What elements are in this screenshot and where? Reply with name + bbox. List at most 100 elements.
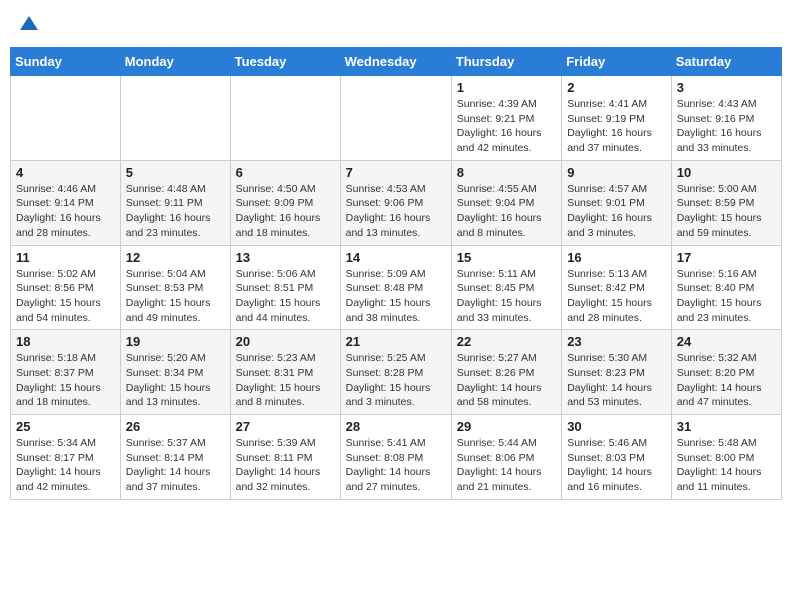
day-number: 28 <box>346 419 446 434</box>
day-header-thursday: Thursday <box>451 48 561 76</box>
calendar-cell: 9 Sunrise: 4:57 AM Sunset: 9:01 PM Daylig… <box>562 160 672 245</box>
calendar-cell: 15 Sunrise: 5:11 AM Sunset: 8:45 PM Dayli… <box>451 245 561 330</box>
week-row-4: 18Sunrise: 5:18 AM Sunset: 8:37 PM Dayli… <box>11 330 782 415</box>
calendar-cell: 8Sunrise: 4:55 AM Sunset: 9:04 PM Daylig… <box>451 160 561 245</box>
logo-icon <box>20 14 38 32</box>
week-row-5: 25Sunrise: 5:34 AM Sunset: 8:17 PM Dayli… <box>11 415 782 500</box>
day-info: Sunrise: 5:41 AM Sunset: 8:08 PM Dayligh… <box>346 436 446 495</box>
day-number: 17 <box>677 250 776 265</box>
day-number: 26 <box>126 419 225 434</box>
day-info: Sunrise: 5:02 AM Sunset: 8:56 PM Dayligh… <box>16 267 115 326</box>
header <box>10 10 782 41</box>
day-number: 5 <box>126 165 225 180</box>
day-number: 14 <box>346 250 446 265</box>
calendar-cell: 20 Sunrise: 5:23 AM Sunset: 8:31 PM Dayli… <box>230 330 340 415</box>
day-info: Sunrise: 5:13 AM Sunset: 8:42 PM Dayligh… <box>567 267 666 326</box>
day-info: Sunrise: 5:20 AM Sunset: 8:34 PM Dayligh… <box>126 351 225 410</box>
calendar-cell: 12 Sunrise: 5:04 AM Sunset: 8:53 PM Dayli… <box>120 245 230 330</box>
day-number: 6 <box>236 165 335 180</box>
day-info: Sunrise: 5:27 AM Sunset: 8:26 PM Dayligh… <box>457 351 556 410</box>
day-info: Sunrise: 4:41 AM Sunset: 9:19 PM Dayligh… <box>567 97 666 156</box>
day-number: 3 <box>677 80 776 95</box>
calendar-cell <box>230 76 340 161</box>
calendar-cell: 17 Sunrise: 5:16 AM Sunset: 8:40 PM Dayli… <box>671 245 781 330</box>
day-info: Sunrise: 5:37 AM Sunset: 8:14 PM Dayligh… <box>126 436 225 495</box>
calendar-cell: 29 Sunrise: 5:44 AM Sunset: 8:06 PM Dayli… <box>451 415 561 500</box>
logo <box>18 14 38 37</box>
calendar-cell: 1 Sunrise: 4:39 AM Sunset: 9:21 PM Daylig… <box>451 76 561 161</box>
calendar-cell <box>11 76 121 161</box>
day-header-wednesday: Wednesday <box>340 48 451 76</box>
day-header-saturday: Saturday <box>671 48 781 76</box>
day-info: Sunrise: 5:34 AM Sunset: 8:17 PM Dayligh… <box>16 436 115 495</box>
calendar-cell: 28 Sunrise: 5:41 AM Sunset: 8:08 PM Dayli… <box>340 415 451 500</box>
day-info: Sunrise: 5:30 AM Sunset: 8:23 PM Dayligh… <box>567 351 666 410</box>
calendar-cell: 30 Sunrise: 5:46 AM Sunset: 8:03 PM Dayli… <box>562 415 672 500</box>
day-number: 30 <box>567 419 666 434</box>
day-number: 31 <box>677 419 776 434</box>
calendar-cell: 19 Sunrise: 5:20 AM Sunset: 8:34 PM Dayli… <box>120 330 230 415</box>
calendar-cell: 18Sunrise: 5:18 AM Sunset: 8:37 PM Dayli… <box>11 330 121 415</box>
day-header-tuesday: Tuesday <box>230 48 340 76</box>
day-number: 20 <box>236 334 335 349</box>
day-info: Sunrise: 5:04 AM Sunset: 8:53 PM Dayligh… <box>126 267 225 326</box>
week-row-3: 11 Sunrise: 5:02 AM Sunset: 8:56 PM Dayli… <box>11 245 782 330</box>
day-info: Sunrise: 5:46 AM Sunset: 8:03 PM Dayligh… <box>567 436 666 495</box>
calendar-cell: 7 Sunrise: 4:53 AM Sunset: 9:06 PM Daylig… <box>340 160 451 245</box>
day-number: 7 <box>346 165 446 180</box>
week-row-2: 4 Sunrise: 4:46 AM Sunset: 9:14 PM Daylig… <box>11 160 782 245</box>
day-info: Sunrise: 5:48 AM Sunset: 8:00 PM Dayligh… <box>677 436 776 495</box>
day-number: 24 <box>677 334 776 349</box>
calendar-cell: 3 Sunrise: 4:43 AM Sunset: 9:16 PM Daylig… <box>671 76 781 161</box>
calendar-cell <box>120 76 230 161</box>
calendar-cell: 11 Sunrise: 5:02 AM Sunset: 8:56 PM Dayli… <box>11 245 121 330</box>
day-number: 12 <box>126 250 225 265</box>
calendar-table: SundayMondayTuesdayWednesdayThursdayFrid… <box>10 47 782 500</box>
day-info: Sunrise: 5:11 AM Sunset: 8:45 PM Dayligh… <box>457 267 556 326</box>
calendar-cell: 14 Sunrise: 5:09 AM Sunset: 8:48 PM Dayli… <box>340 245 451 330</box>
day-number: 18 <box>16 334 115 349</box>
day-info: Sunrise: 5:09 AM Sunset: 8:48 PM Dayligh… <box>346 267 446 326</box>
day-info: Sunrise: 5:00 AM Sunset: 8:59 PM Dayligh… <box>677 182 776 241</box>
day-header-friday: Friday <box>562 48 672 76</box>
day-number: 29 <box>457 419 556 434</box>
calendar-cell: 16 Sunrise: 5:13 AM Sunset: 8:42 PM Dayli… <box>562 245 672 330</box>
day-number: 9 <box>567 165 666 180</box>
calendar-cell: 4 Sunrise: 4:46 AM Sunset: 9:14 PM Daylig… <box>11 160 121 245</box>
day-info: Sunrise: 5:44 AM Sunset: 8:06 PM Dayligh… <box>457 436 556 495</box>
day-number: 11 <box>16 250 115 265</box>
day-number: 13 <box>236 250 335 265</box>
day-number: 15 <box>457 250 556 265</box>
calendar-cell: 5Sunrise: 4:48 AM Sunset: 9:11 PM Daylig… <box>120 160 230 245</box>
day-info: Sunrise: 5:16 AM Sunset: 8:40 PM Dayligh… <box>677 267 776 326</box>
day-header-sunday: Sunday <box>11 48 121 76</box>
day-info: Sunrise: 5:23 AM Sunset: 8:31 PM Dayligh… <box>236 351 335 410</box>
calendar-cell: 27 Sunrise: 5:39 AM Sunset: 8:11 PM Dayli… <box>230 415 340 500</box>
day-info: Sunrise: 4:46 AM Sunset: 9:14 PM Dayligh… <box>16 182 115 241</box>
calendar-cell: 22 Sunrise: 5:27 AM Sunset: 8:26 PM Dayli… <box>451 330 561 415</box>
day-info: Sunrise: 4:39 AM Sunset: 9:21 PM Dayligh… <box>457 97 556 156</box>
day-number: 22 <box>457 334 556 349</box>
day-info: Sunrise: 4:43 AM Sunset: 9:16 PM Dayligh… <box>677 97 776 156</box>
day-info: Sunrise: 5:32 AM Sunset: 8:20 PM Dayligh… <box>677 351 776 410</box>
calendar-cell <box>340 76 451 161</box>
day-number: 27 <box>236 419 335 434</box>
day-info: Sunrise: 4:53 AM Sunset: 9:06 PM Dayligh… <box>346 182 446 241</box>
day-info: Sunrise: 4:57 AM Sunset: 9:01 PM Dayligh… <box>567 182 666 241</box>
day-info: Sunrise: 5:06 AM Sunset: 8:51 PM Dayligh… <box>236 267 335 326</box>
day-number: 19 <box>126 334 225 349</box>
day-number: 4 <box>16 165 115 180</box>
day-number: 2 <box>567 80 666 95</box>
calendar-cell: 24 Sunrise: 5:32 AM Sunset: 8:20 PM Dayli… <box>671 330 781 415</box>
day-info: Sunrise: 5:39 AM Sunset: 8:11 PM Dayligh… <box>236 436 335 495</box>
calendar-cell: 2 Sunrise: 4:41 AM Sunset: 9:19 PM Daylig… <box>562 76 672 161</box>
day-number: 21 <box>346 334 446 349</box>
calendar-cell: 23Sunrise: 5:30 AM Sunset: 8:23 PM Dayli… <box>562 330 672 415</box>
week-row-1: 1 Sunrise: 4:39 AM Sunset: 9:21 PM Daylig… <box>11 76 782 161</box>
calendar-cell: 10Sunrise: 5:00 AM Sunset: 8:59 PM Dayli… <box>671 160 781 245</box>
calendar-cell: 21Sunrise: 5:25 AM Sunset: 8:28 PM Dayli… <box>340 330 451 415</box>
calendar-cell: 6 Sunrise: 4:50 AM Sunset: 9:09 PM Daylig… <box>230 160 340 245</box>
day-number: 16 <box>567 250 666 265</box>
day-number: 1 <box>457 80 556 95</box>
day-info: Sunrise: 4:50 AM Sunset: 9:09 PM Dayligh… <box>236 182 335 241</box>
